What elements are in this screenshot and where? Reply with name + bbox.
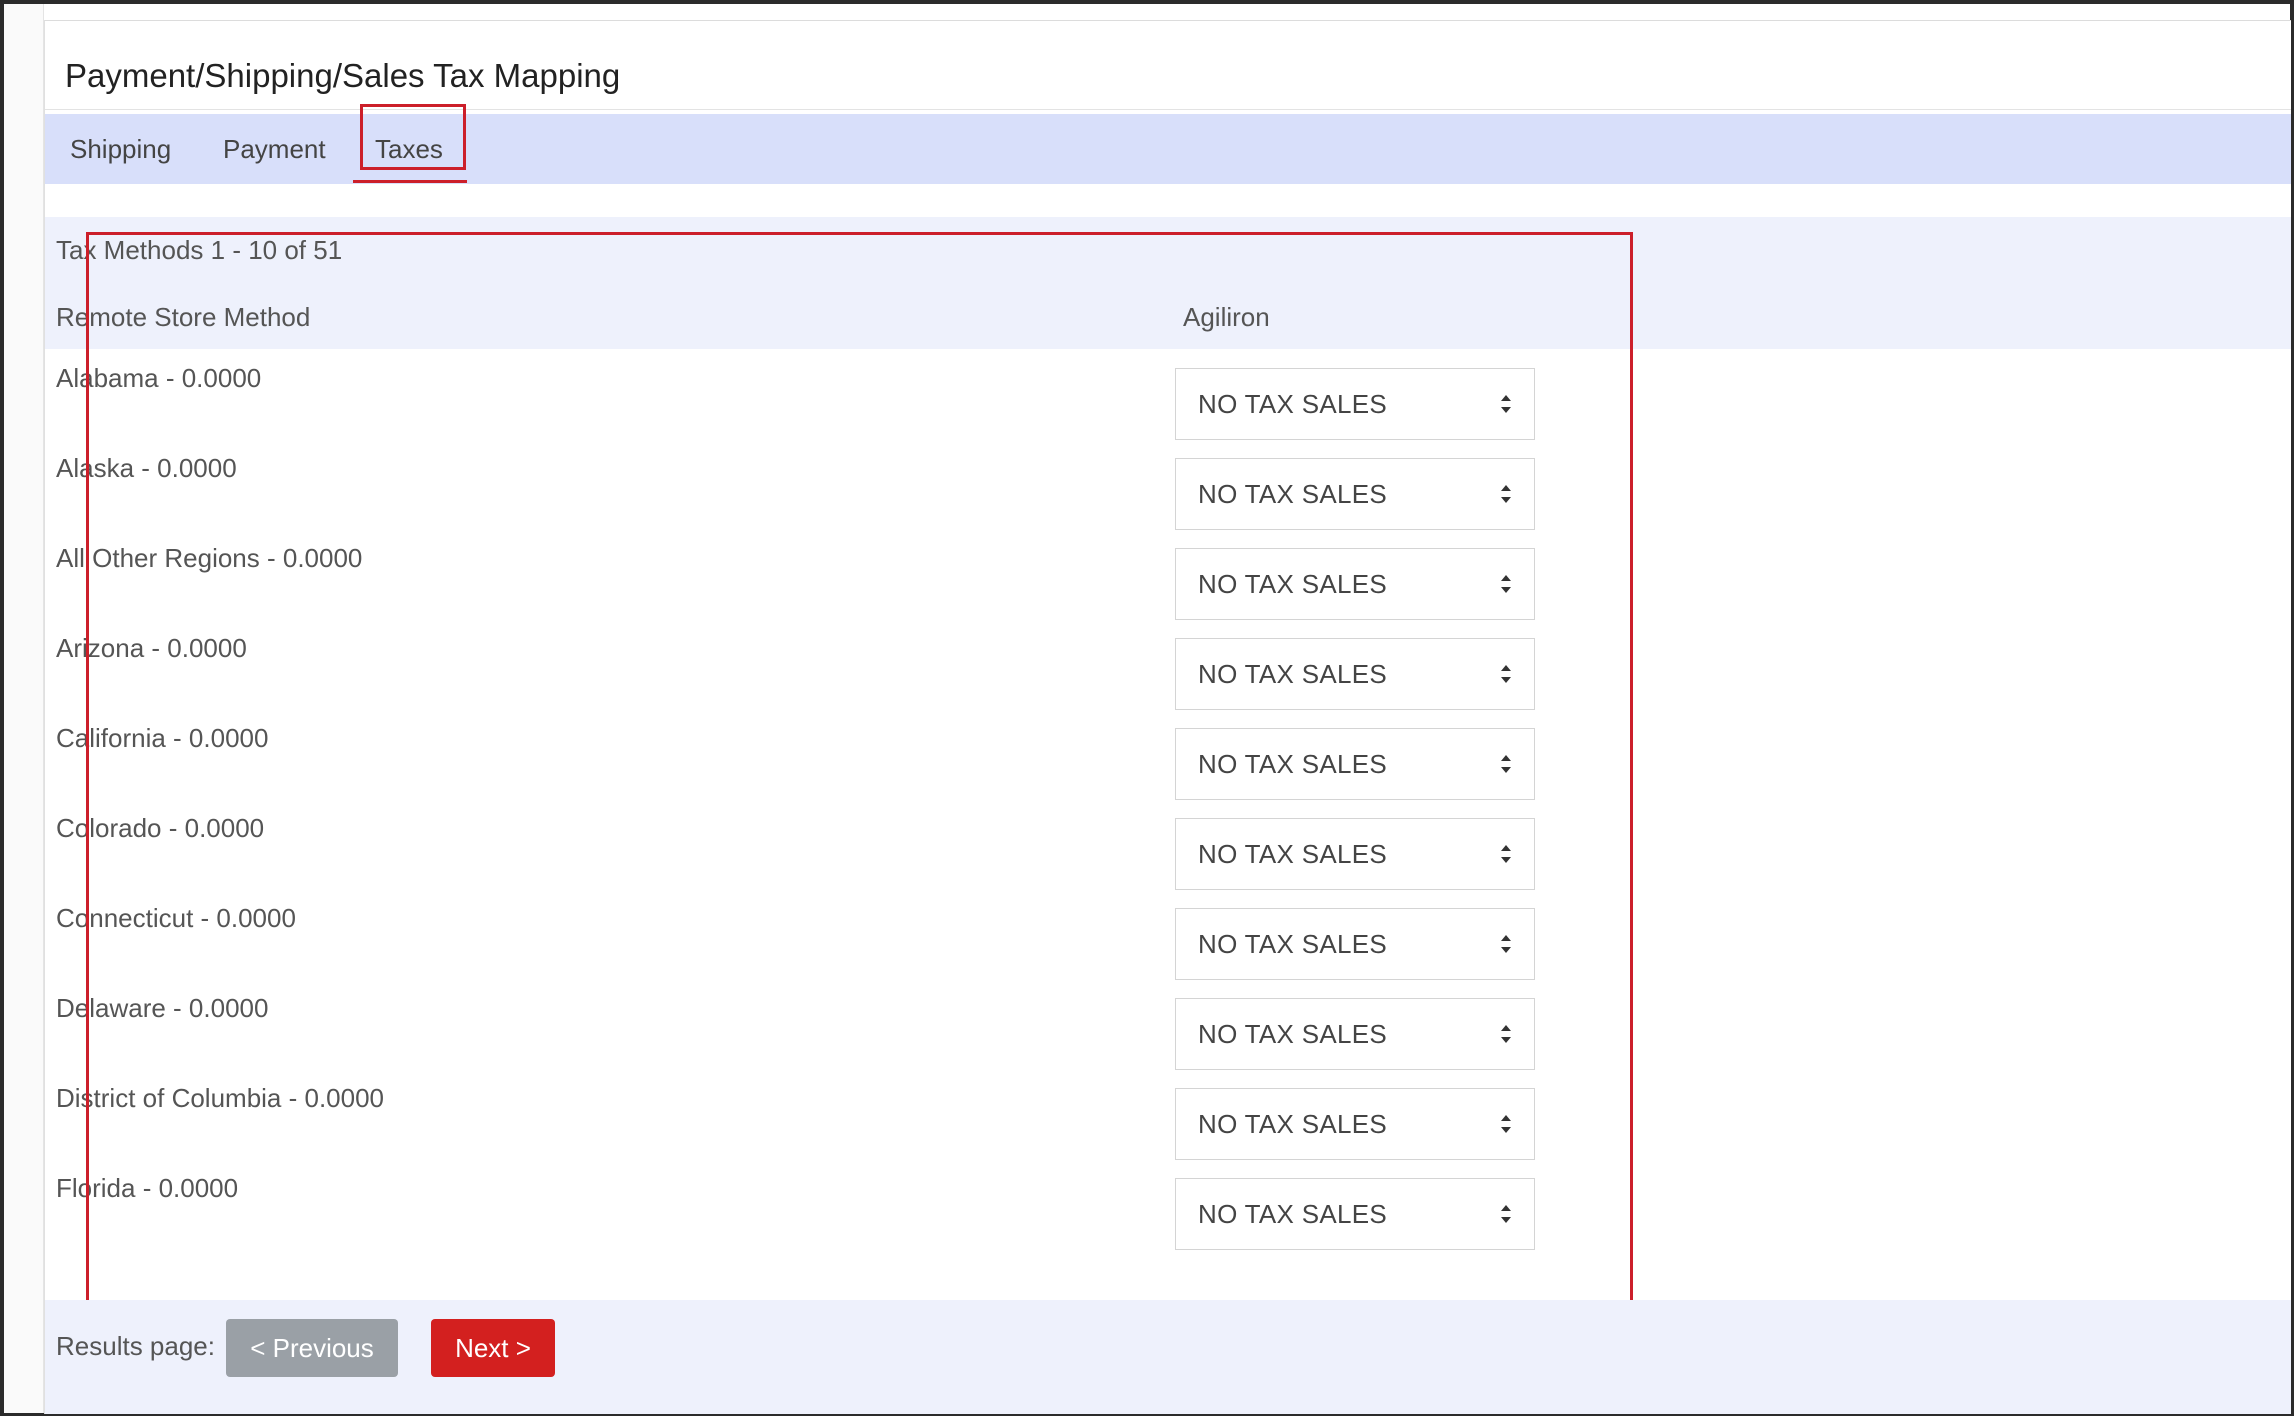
- mapping-panel: Payment/Shipping/Sales Tax Mapping Shipp…: [44, 20, 2291, 1414]
- page-title: Payment/Shipping/Sales Tax Mapping: [65, 57, 621, 94]
- taxes-tab-highlight: [360, 104, 466, 170]
- previous-button[interactable]: < Previous: [226, 1319, 398, 1377]
- next-button[interactable]: Next >: [431, 1319, 555, 1377]
- tab-shipping[interactable]: Shipping: [70, 114, 171, 184]
- active-tab-underline: [353, 180, 467, 183]
- results-page-label: Results page:: [56, 1331, 215, 1361]
- tab-payment[interactable]: Payment: [223, 114, 326, 184]
- tax-table-highlight: [86, 232, 1633, 1314]
- left-gutter: [4, 4, 44, 1413]
